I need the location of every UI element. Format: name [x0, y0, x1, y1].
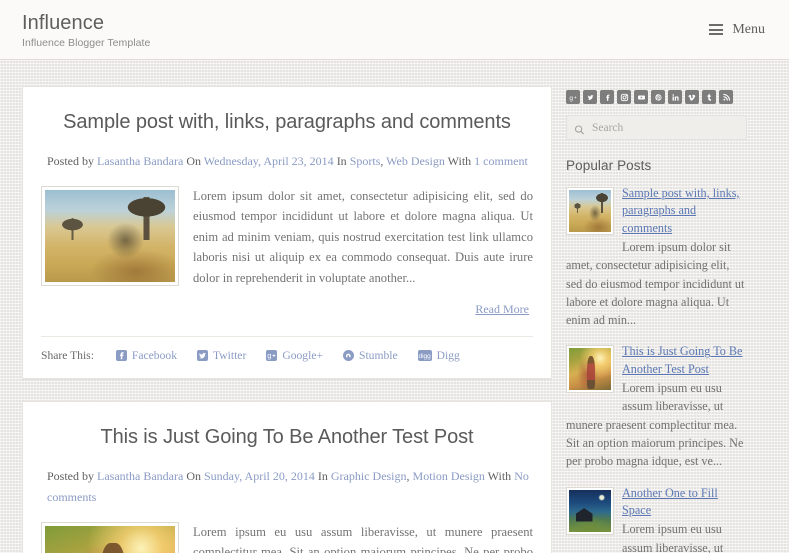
- post-category-link[interactable]: Graphic Design: [331, 469, 407, 483]
- digg-icon: digg: [417, 349, 432, 361]
- share-twitter-label: Twitter: [213, 348, 247, 362]
- popular-post-thumbnail[interactable]: [566, 345, 614, 394]
- share-twitter-button[interactable]: Twitter: [197, 349, 246, 362]
- girl-bicycle-sunset-image: [569, 348, 611, 391]
- read-more-row: Read More: [41, 300, 533, 318]
- post-card: This is Just Going To Be Another Test Po…: [22, 400, 552, 553]
- post-meta: Posted by Lasantha Bandara On Sunday, Ap…: [41, 466, 533, 508]
- post-category-link[interactable]: Web Design: [386, 154, 445, 168]
- search-box: [566, 115, 747, 140]
- twitter-icon: [197, 349, 208, 361]
- in-label: In: [336, 154, 347, 168]
- on-label: On: [186, 468, 201, 483]
- popular-posts-title: Popular Posts: [566, 158, 652, 173]
- googleplus-icon[interactable]: g: [566, 90, 580, 104]
- youtube-icon[interactable]: [634, 90, 648, 104]
- post-date-link[interactable]: Wednesday, April 23, 2014: [204, 154, 334, 168]
- read-more-link[interactable]: Read More: [475, 302, 529, 316]
- post-meta: Posted by Lasantha Bandara On Wednesday,…: [41, 151, 533, 172]
- post-excerpt: Lorem ipsum eu usu assum liberavisse, ut…: [193, 524, 533, 553]
- instagram-icon[interactable]: [617, 90, 631, 104]
- page-layout: Sample post with, links, paragraphs and …: [0, 60, 789, 553]
- share-digg-button[interactable]: digg Digg: [417, 348, 460, 362]
- twitter-icon[interactable]: [583, 90, 597, 104]
- girl-bicycle-sunset-image: [45, 525, 175, 553]
- category-separator: ,: [406, 468, 410, 483]
- hamburger-icon: [709, 24, 724, 35]
- facebook-icon[interactable]: [600, 90, 614, 104]
- with-label: With: [487, 468, 512, 483]
- post-thumbnail[interactable]: [41, 186, 179, 286]
- site-tagline: Influence Blogger Template: [22, 37, 151, 49]
- popular-post-item: Another One to Fill Space Lorem ipsum eu…: [566, 485, 747, 553]
- post-title[interactable]: This is Just Going To Be Another Test Po…: [41, 424, 533, 450]
- post-comments-link[interactable]: 1 comment: [474, 154, 528, 168]
- post-card: Sample post with, links, paragraphs and …: [22, 86, 552, 379]
- stumbleupon-icon: [343, 349, 354, 361]
- facebook-icon: [115, 349, 127, 361]
- rss-icon[interactable]: [719, 90, 733, 104]
- sidebar: g Popular Posts Sample post with, links,…: [566, 86, 747, 553]
- site-header: Influence Influence Blogger Template Men…: [0, 0, 789, 60]
- share-facebook-button[interactable]: Facebook: [115, 348, 177, 362]
- share-row: Share This: Facebook Twitter g Google+ S…: [41, 335, 533, 362]
- share-stumble-label: Stumble: [359, 348, 398, 362]
- popular-post-thumbnail[interactable]: [566, 486, 614, 535]
- main-content: Sample post with, links, paragraphs and …: [22, 86, 552, 553]
- post-category-link[interactable]: Sports: [350, 154, 381, 168]
- post-date-link[interactable]: Sunday, April 20, 2014: [204, 469, 315, 483]
- post-excerpt: Lorem ipsum dolor sit amet, consectetur …: [193, 189, 533, 285]
- site-branding[interactable]: Influence Influence Blogger Template: [22, 10, 150, 49]
- menu-label: Menu: [732, 21, 765, 37]
- popular-post-thumbnail[interactable]: [566, 187, 614, 235]
- popular-post-item: This is Just Going To Be Another Test Po…: [566, 343, 747, 470]
- posted-by-label: Posted by: [47, 468, 95, 483]
- post-category-link[interactable]: Motion Design: [413, 469, 485, 483]
- menu-toggle-button[interactable]: Menu: [709, 22, 765, 38]
- savanna-lion-zebra-image: [569, 190, 611, 232]
- post-thumbnail[interactable]: [41, 521, 179, 553]
- svg-text:g: g: [569, 94, 573, 101]
- share-stumble-button[interactable]: Stumble: [343, 349, 398, 362]
- post-body: Lorem ipsum dolor sit amet, consectetur …: [41, 186, 533, 288]
- popular-post-item: Sample post with, links, paragraphs and …: [566, 185, 747, 329]
- pinterest-icon[interactable]: [651, 90, 665, 104]
- share-digg-label: Digg: [436, 348, 460, 362]
- search-input[interactable]: [566, 115, 747, 140]
- on-label: On: [186, 154, 201, 168]
- vimeo-icon[interactable]: [685, 90, 699, 104]
- savanna-lion-zebra-image: [45, 190, 175, 282]
- svg-text:digg: digg: [418, 353, 431, 360]
- svg-text:g: g: [268, 351, 272, 360]
- post-author-link[interactable]: Lasantha Bandara: [97, 469, 183, 483]
- with-label: With: [447, 154, 472, 168]
- post-body: Lorem ipsum eu usu assum liberavisse, ut…: [41, 521, 533, 553]
- share-facebook-label: Facebook: [131, 348, 177, 362]
- popular-post-excerpt: Lorem ipsum eu usu assum liberavisse, ut…: [566, 381, 744, 469]
- share-googleplus-button[interactable]: g Google+: [266, 349, 323, 362]
- linkedin-icon[interactable]: [668, 90, 682, 104]
- post-title[interactable]: Sample post with, links, paragraphs and …: [41, 109, 533, 135]
- site-title: Influence: [22, 12, 105, 34]
- social-icons-row: g: [566, 90, 747, 104]
- popular-post-excerpt: Lorem ipsum dolor sit amet, consectetur …: [566, 239, 745, 328]
- post-author-link[interactable]: Lasantha Bandara: [97, 154, 183, 168]
- night-house-moon-image: [569, 489, 611, 532]
- in-label: In: [317, 468, 328, 483]
- posted-by-label: Posted by: [47, 154, 95, 168]
- googleplus-icon: g: [266, 349, 278, 361]
- share-label: Share This:: [41, 348, 94, 362]
- category-separator: ,: [380, 154, 384, 168]
- tumblr-icon[interactable]: [702, 90, 716, 104]
- share-googleplus-label: Google+: [282, 348, 323, 362]
